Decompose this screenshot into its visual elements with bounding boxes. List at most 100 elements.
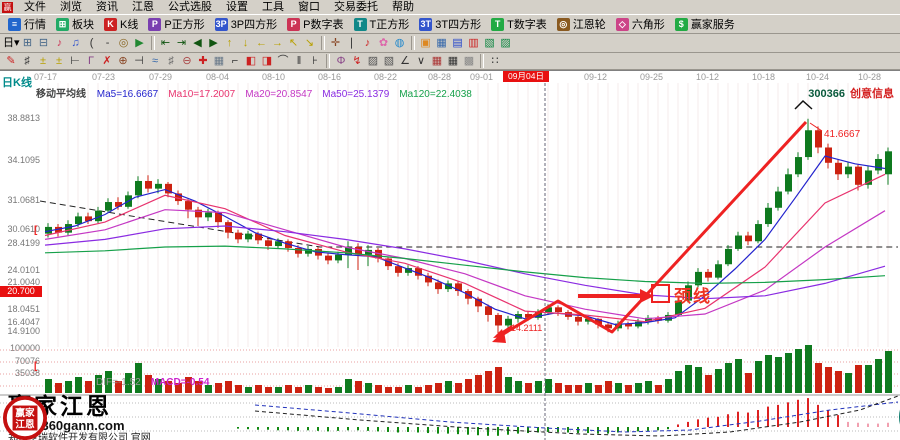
box-red-1-icon[interactable]: ◧: [243, 54, 259, 69]
menu-item-7[interactable]: 窗口: [291, 0, 327, 14]
toolbutton-6[interactable]: TT正方形: [349, 16, 415, 32]
toolbutton-9[interactable]: ◎江恩轮: [552, 16, 611, 32]
angle-line-icon[interactable]: ∠: [397, 54, 413, 69]
paren-icon[interactable]: (: [84, 36, 100, 51]
toolbutton-label-0: 行情: [24, 16, 46, 32]
plugin-1-icon[interactable]: ▧: [482, 36, 498, 51]
scroll-left-icon[interactable]: ←: [254, 36, 270, 51]
box-red-2-icon[interactable]: ◨: [259, 54, 275, 69]
bell-icon[interactable]: ◎: [116, 36, 132, 51]
note-red-icon[interactable]: ♪: [52, 36, 68, 51]
save-red-icon[interactable]: ▥: [466, 36, 482, 51]
toolbutton-7[interactable]: 3T3T四方形: [414, 16, 486, 32]
move-tool-icon[interactable]: ✛: [328, 36, 344, 51]
expand-icon[interactable]: ↖: [286, 36, 302, 51]
ma-value-0: Ma5=16.6667: [97, 89, 158, 100]
chart-area[interactable]: 颈线14.211141.6667[[ 日K线 07-1707-2307-2908…: [0, 70, 900, 440]
toolbutton-8[interactable]: TT数字表: [486, 16, 552, 32]
grid-red-icon[interactable]: ▦: [429, 54, 445, 69]
sound-icon[interactable]: ♪: [360, 36, 376, 51]
toolbutton-label-10: 六角形: [632, 16, 665, 32]
zoom-up-icon[interactable]: ↑: [222, 36, 238, 51]
scroll-right-icon[interactable]: →: [270, 36, 286, 51]
hash-icon[interactable]: ♯: [19, 54, 35, 69]
next-bar-icon[interactable]: ▶: [206, 36, 222, 51]
shrink-icon[interactable]: ↘: [302, 36, 318, 51]
ma-title: 移动平均线: [36, 89, 86, 100]
line-left-icon[interactable]: ⊢: [67, 54, 83, 69]
grid-icon[interactable]: ⊞: [20, 36, 36, 51]
stock-code: 300366: [808, 88, 845, 100]
pencil-icon[interactable]: ✎: [3, 54, 19, 69]
toolbutton-label-6: T正方形: [370, 16, 410, 32]
pane-icon[interactable]: ⊟: [36, 36, 52, 51]
calculator-icon[interactable]: ▦: [434, 36, 450, 51]
shade-1-icon[interactable]: ▨: [365, 54, 381, 69]
main-toolbar: ≡行情⊞板块KK线PP正方形3P3P四方形PP数字表TT正方形3T3T四方形TT…: [0, 14, 900, 34]
first-bar-icon[interactable]: ⇤: [158, 36, 174, 51]
seal-logo: 赢家 江恩: [2, 395, 48, 440]
menu-item-3[interactable]: 江恩: [125, 0, 161, 14]
arc-tool-icon[interactable]: ⌒: [275, 54, 291, 69]
cross-tool-icon[interactable]: ✚: [195, 54, 211, 69]
chart-colors-icon[interactable]: ▶: [132, 36, 148, 51]
dots-tool-icon[interactable]: ∷: [487, 54, 503, 69]
check-line-icon[interactable]: ∨: [413, 54, 429, 69]
menu-item-5[interactable]: 设置: [219, 0, 255, 14]
flower-icon[interactable]: ✿: [376, 36, 392, 51]
macd-value: MACD=-0.54: [151, 377, 210, 388]
toolbutton-10[interactable]: ◇六角形: [611, 16, 670, 32]
brand-block: 赢家 江恩 赢家江恩 www.360gann.com 郑州亨瑞软件开发有限公司 …: [2, 395, 151, 440]
lightning-tool-icon[interactable]: ↯: [349, 54, 365, 69]
app-window: 赢 文件浏览资讯江恩公式选股设置工具窗口交易委托帮助 ≡行情⊞板块KK线PP正方…: [0, 0, 900, 440]
ellipse-tool-icon[interactable]: ⊖: [179, 54, 195, 69]
grid-tool-icon[interactable]: ♯: [163, 54, 179, 69]
panel-orange-icon[interactable]: ▣: [418, 36, 434, 51]
globe-icon[interactable]: ◍: [392, 36, 408, 51]
toolbutton-5[interactable]: PP数字表: [282, 16, 348, 32]
minus-icon[interactable]: -: [100, 36, 116, 51]
cursor-line-icon[interactable]: ❘: [344, 36, 360, 51]
wave-tool-icon[interactable]: ≈: [147, 54, 163, 69]
toolbutton-11[interactable]: $赢家服务: [670, 16, 740, 32]
plugin-2-icon[interactable]: ▨: [498, 36, 514, 51]
ma-value-4: Ma120=22.4038: [399, 89, 472, 100]
square-tool-icon[interactable]: ▦: [211, 54, 227, 69]
gann-fan-1-icon[interactable]: ±: [35, 54, 51, 69]
toolbutton-icon-11: $: [675, 18, 688, 31]
toolbutton-icon-8: T: [491, 18, 504, 31]
toolbutton-icon-2: K: [104, 18, 117, 31]
last-bar-icon[interactable]: ⇥: [174, 36, 190, 51]
gann-fan-2-icon[interactable]: ±: [51, 54, 67, 69]
menu-item-4[interactable]: 公式选股: [161, 0, 219, 14]
toolbutton-3[interactable]: PP正方形: [143, 16, 209, 32]
menu-item-8[interactable]: 交易委托: [327, 0, 385, 14]
menu-item-0[interactable]: 文件: [17, 0, 53, 14]
delete-line-icon[interactable]: ✗: [99, 54, 115, 69]
prev-bar-icon[interactable]: ◀: [190, 36, 206, 51]
grid-gray-icon[interactable]: ▩: [461, 54, 477, 69]
toolbutton-2[interactable]: KK线: [99, 16, 143, 32]
save-blue-icon[interactable]: ▤: [450, 36, 466, 51]
corner-tool-icon[interactable]: ⌐: [227, 54, 243, 69]
toolbutton-0[interactable]: ≡行情: [3, 16, 51, 32]
grid-black-icon[interactable]: ▦: [445, 54, 461, 69]
line-right-icon[interactable]: ⊣: [131, 54, 147, 69]
circle-tool-icon[interactable]: ⊕: [115, 54, 131, 69]
menu-item-2[interactable]: 资讯: [89, 0, 125, 14]
tick-tool-icon[interactable]: ⊦: [307, 54, 323, 69]
shade-2-icon[interactable]: ▧: [381, 54, 397, 69]
toolbutton-4[interactable]: 3P3P四方形: [210, 16, 282, 32]
menu-item-6[interactable]: 工具: [255, 0, 291, 14]
zoom-down-icon[interactable]: ↓: [238, 36, 254, 51]
angle-tool-icon[interactable]: Γ: [83, 54, 99, 69]
note-blue-icon[interactable]: ♫: [68, 36, 84, 51]
stock-name: 创意信息: [850, 88, 894, 100]
menu-item-1[interactable]: 浏览: [53, 0, 89, 14]
menu-item-9[interactable]: 帮助: [385, 0, 421, 14]
golden-tool-icon[interactable]: Φ: [333, 54, 349, 69]
period-day-icon[interactable]: 日▾: [3, 36, 20, 51]
toolbutton-1[interactable]: ⊞板块: [51, 16, 99, 32]
ma-header: 移动平均线 Ma5=16.6667Ma10=17.2007Ma20=20.854…: [36, 85, 482, 100]
channel-tool-icon[interactable]: ‖: [291, 54, 307, 69]
